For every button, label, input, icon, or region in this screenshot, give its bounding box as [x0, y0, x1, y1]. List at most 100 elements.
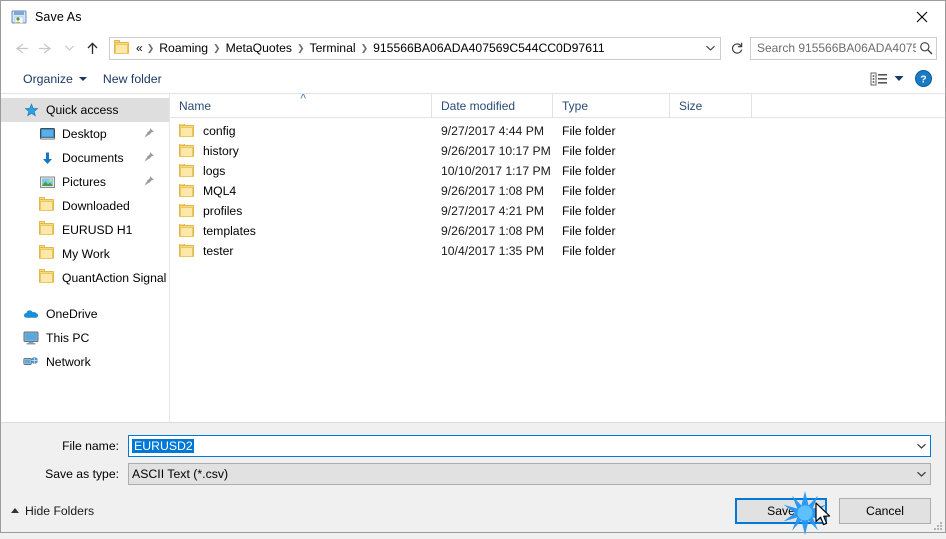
filetype-dropdown-icon[interactable] — [913, 470, 930, 478]
pin-icon[interactable] — [143, 175, 155, 187]
sidebar-item-downloaded[interactable]: Downloaded — [1, 194, 169, 218]
cell-name: MQL4 — [170, 184, 432, 198]
organize-label: Organize — [23, 71, 73, 86]
address-bar[interactable]: « ❯ Roaming ❯ MetaQuotes ❯ Terminal ❯ 91… — [109, 36, 721, 60]
folder-icon — [179, 224, 195, 238]
sidebar-item-network[interactable]: Network — [1, 350, 169, 374]
cell-type: File folder — [562, 124, 616, 138]
table-row[interactable]: profiles 9/27/2017 4:21 PM File folder — [170, 201, 945, 221]
hide-folders-button[interactable]: Hide Folders — [11, 504, 94, 518]
file-name: tester — [203, 244, 234, 258]
breadcrumb-item-1[interactable]: MetaQuotes — [222, 40, 296, 56]
new-folder-label: New folder — [102, 71, 162, 86]
folder-icon — [179, 204, 195, 218]
filename-label: File name: — [62, 439, 119, 453]
filename-dropdown-icon[interactable] — [913, 442, 930, 450]
star-pin-icon — [23, 102, 39, 118]
sidebar-item-onedrive[interactable]: OneDrive — [1, 302, 169, 326]
refresh-button[interactable] — [724, 35, 750, 61]
sidebar-item-label: My Work — [62, 247, 110, 261]
resize-grip[interactable] — [930, 518, 942, 530]
sidebar-item-label: Quick access — [46, 103, 119, 117]
up-button[interactable] — [79, 35, 105, 61]
breadcrumb-separator: ❯ — [213, 42, 221, 53]
sidebar-item-label: Pictures — [62, 175, 107, 189]
address-folder-icon — [114, 40, 130, 55]
column-header-size[interactable]: Size — [670, 93, 752, 118]
close-button[interactable] — [899, 1, 945, 32]
breadcrumb-separator: ❯ — [296, 42, 305, 53]
chevron-down-icon — [78, 76, 87, 81]
documents-arrow-icon — [39, 150, 55, 166]
folder-icon — [39, 197, 55, 214]
folder-icon — [39, 269, 55, 286]
breadcrumb-item-0[interactable]: Roaming — [155, 40, 212, 56]
hide-folders-label: Hide Folders — [25, 503, 95, 518]
view-layout-icon[interactable] — [869, 70, 889, 88]
breadcrumb-item-2[interactable]: Terminal — [306, 40, 360, 56]
column-header-date-modified[interactable]: Date modified — [432, 93, 553, 118]
file-rows: config 9/27/2017 4:44 PM File folder his… — [170, 118, 945, 422]
new-folder-button[interactable]: New folder — [95, 69, 170, 89]
table-row[interactable]: tester 10/4/2017 1:35 PM File folder — [170, 241, 945, 261]
column-label: Name — [179, 98, 212, 113]
dialog-footer: Hide Folders Save Cancel — [1, 489, 945, 532]
sidebar-item-eurusd-h1[interactable]: EURUSD H1 — [1, 218, 169, 242]
breadcrumb-item-3[interactable]: 915566BA06ADA407569C544CC0D97611 — [369, 40, 609, 56]
folder-icon — [179, 184, 195, 198]
column-label: Size — [679, 98, 703, 113]
svg-text:?: ? — [920, 73, 926, 85]
breadcrumb-root[interactable]: « — [134, 40, 146, 56]
sidebar-item-my-work[interactable]: My Work — [1, 242, 169, 266]
table-row[interactable]: MQL4 9/26/2017 1:08 PM File folder — [170, 181, 945, 201]
file-name: history — [203, 144, 239, 158]
sidebar-item-label: Desktop — [62, 127, 107, 141]
filetype-row: Save as type: ASCII Text (*.csv) — [15, 462, 931, 486]
address-dropdown-icon[interactable] — [700, 38, 720, 59]
sidebar-item-pictures[interactable]: Pictures — [1, 170, 169, 194]
title-bar: Save As — [1, 1, 945, 32]
cell-date: 10/10/2017 1:17 PM — [441, 164, 551, 178]
table-row[interactable]: templates 9/26/2017 1:08 PM File folder — [170, 221, 945, 241]
filename-row: File name: EURUSD2 — [15, 434, 931, 458]
table-row[interactable]: logs 10/10/2017 1:17 PM File folder — [170, 161, 945, 181]
chevron-up-icon — [11, 508, 19, 513]
sort-ascending-icon: ˄ — [300, 93, 307, 103]
save-label: Save — [767, 503, 795, 518]
cancel-button[interactable]: Cancel — [839, 497, 931, 524]
sidebar-item-label: EURUSD H1 — [62, 223, 133, 237]
folder-icon — [179, 244, 195, 258]
forward-button[interactable] — [33, 35, 59, 61]
help-icon[interactable]: ? — [909, 70, 937, 87]
recent-locations-button[interactable] — [59, 35, 79, 61]
cell-name: tester — [170, 244, 432, 258]
cell-type: File folder — [562, 204, 616, 218]
column-header-type[interactable]: Type — [553, 93, 670, 118]
sidebar-item-quantaction-signal[interactable]: QuantAction Signal — [1, 266, 169, 290]
search-icon — [916, 41, 936, 55]
search-input[interactable]: Search 915566BA06ADA40756... — [757, 41, 916, 55]
table-row[interactable]: history 9/26/2017 10:17 PM File folder — [170, 141, 945, 161]
column-header-filler — [752, 94, 945, 118]
save-as-icon — [11, 9, 27, 25]
filetype-select[interactable]: ASCII Text (*.csv) — [128, 463, 931, 485]
sidebar-item-quick-access[interactable]: Quick access — [1, 98, 169, 122]
sidebar-item-desktop[interactable]: Desktop — [1, 122, 169, 146]
pin-icon[interactable] — [143, 127, 155, 139]
back-button[interactable] — [7, 35, 33, 61]
breadcrumb-separator: ❯ — [360, 42, 369, 53]
organize-button[interactable]: Organize — [15, 69, 95, 89]
folder-icon — [39, 245, 55, 262]
pin-icon[interactable] — [143, 151, 155, 163]
search-box[interactable]: Search 915566BA06ADA40756... — [750, 36, 937, 60]
filetype-label: Save as type: — [45, 467, 119, 481]
cell-type: File folder — [562, 144, 616, 158]
sidebar-item-this-pc[interactable]: This PC — [1, 326, 169, 350]
table-row[interactable]: config 9/27/2017 4:44 PM File folder — [170, 121, 945, 141]
column-header-name[interactable]: ˄ Name — [170, 93, 432, 118]
save-button[interactable]: Save — [735, 497, 827, 524]
view-dropdown-icon[interactable] — [891, 75, 907, 82]
filename-input[interactable]: EURUSD2 — [128, 435, 931, 457]
sidebar-item-documents[interactable]: Documents — [1, 146, 169, 170]
